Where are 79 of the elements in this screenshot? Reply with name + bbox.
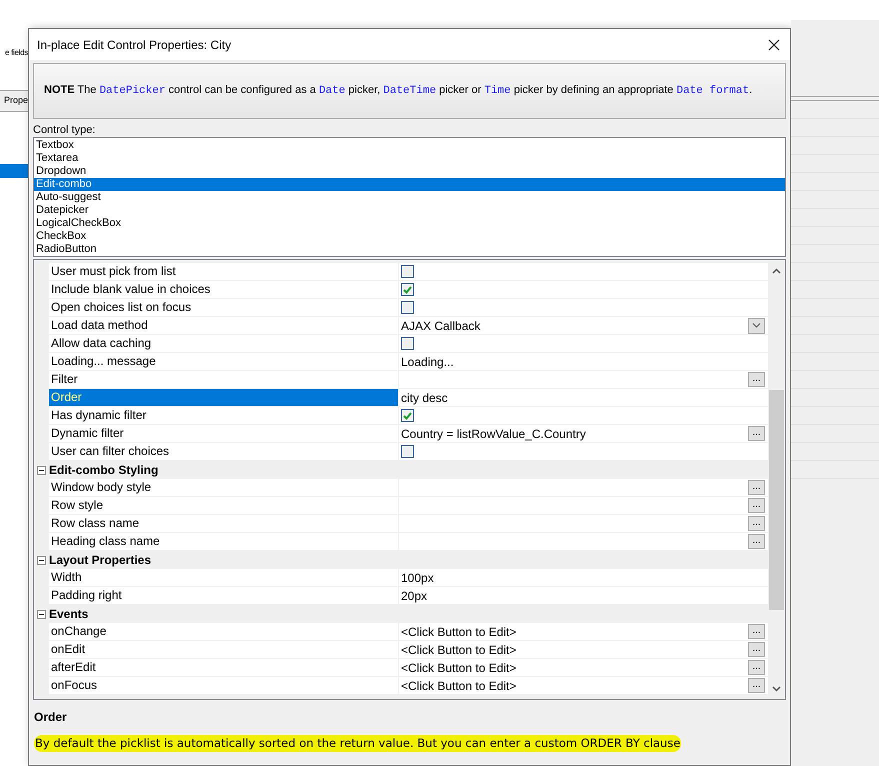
chevron-down-icon <box>752 323 761 328</box>
property-name[interactable]: Has dynamic filter <box>49 407 399 425</box>
note-text: NOTE The DatePicker control can be configured as a Date picker, DateTime picker or Time picker by defining an appropriate Date format. <box>44 83 752 100</box>
list-item[interactable]: Textbox <box>34 139 785 152</box>
property-name[interactable]: Padding right <box>49 587 399 605</box>
list-item[interactable]: CheckBox <box>34 230 785 243</box>
property-name[interactable]: Row class name <box>49 515 399 533</box>
property-name[interactable]: Dynamic filter <box>49 425 399 443</box>
background-text: e fields <box>5 47 28 59</box>
property-name[interactable]: Width <box>49 569 399 587</box>
property-name[interactable]: Order <box>49 389 399 407</box>
property-name[interactable]: User can filter choices <box>49 443 399 461</box>
property-name[interactable]: afterEdit <box>49 659 399 677</box>
property-name[interactable]: Heading class name <box>49 533 399 551</box>
property-value: city desc <box>401 390 448 406</box>
ellipsis-button[interactable]: ... <box>748 372 765 387</box>
property-value: 20px <box>401 588 428 604</box>
ellipsis-button[interactable]: ... <box>748 624 765 639</box>
category-label: Layout Properties <box>49 552 152 569</box>
list-item[interactable]: Datepicker <box>34 204 785 217</box>
property-name[interactable]: onFocus <box>49 677 399 695</box>
list-item[interactable]: Edit-combo <box>34 178 785 191</box>
property-name[interactable]: Window body style <box>49 479 399 497</box>
property-name[interactable]: Row style <box>49 497 399 515</box>
list-item[interactable]: Textarea <box>34 152 785 165</box>
checkbox[interactable] <box>401 265 414 278</box>
property-value: 100px <box>401 570 434 586</box>
list-item[interactable]: RadioButton <box>34 243 785 256</box>
property-value: AJAX Callback <box>401 318 480 334</box>
checkbox[interactable] <box>401 301 414 314</box>
scroll-up-icon[interactable] <box>772 268 781 274</box>
property-value: <Click Button to Edit> <box>401 678 516 694</box>
ellipsis-button[interactable]: ... <box>748 426 765 441</box>
checkmark-icon <box>403 412 412 420</box>
property-value: Loading... <box>401 354 454 370</box>
ellipsis-button[interactable]: ... <box>748 534 765 549</box>
property-name[interactable]: Load data method <box>49 317 399 335</box>
category-label: Edit-combo Styling <box>49 462 158 479</box>
scroll-down-icon[interactable] <box>772 686 781 692</box>
property-name[interactable]: Include blank value in choices <box>49 281 399 299</box>
window-title: In-place Edit Control Properties: City <box>37 36 232 54</box>
list-item[interactable]: Dropdown <box>34 165 785 178</box>
background-tab[interactable]: Prope <box>0 90 28 112</box>
property-value: <Click Button to Edit> <box>401 624 516 640</box>
dropdown-button[interactable] <box>748 318 765 334</box>
list-item[interactable]: Auto-suggest <box>34 191 785 204</box>
control-type-label: Control type: <box>33 124 96 137</box>
checkbox[interactable] <box>401 445 414 458</box>
list-item[interactable]: LogicalCheckBox <box>34 217 785 230</box>
ellipsis-button[interactable]: ... <box>748 498 765 513</box>
property-name[interactable]: User must pick from list <box>49 263 399 281</box>
control-type-list[interactable]: Textbox Textarea Dropdown Edit-combo Auto-suggest Datepicker LogicalCheckBox CheckBox RadioButton <box>33 137 786 257</box>
close-icon[interactable] <box>768 38 780 50</box>
checkmark-icon <box>403 286 412 294</box>
collapse-icon[interactable] <box>37 556 46 564</box>
category-label: Events <box>49 606 88 623</box>
property-value: <Click Button to Edit> <box>401 642 516 658</box>
description-text: By default the picklist is automatically sorted on the return value. But you can enter a custom ORDER BY clause <box>34 735 682 752</box>
property-name[interactable]: Allow data caching <box>49 335 399 353</box>
selected-row <box>0 164 28 178</box>
ellipsis-button[interactable]: ... <box>748 642 765 657</box>
property-name[interactable]: onEdit <box>49 641 399 659</box>
ellipsis-button[interactable]: ... <box>748 516 765 531</box>
property-value: <Click Button to Edit> <box>401 660 516 676</box>
description-title: Order <box>34 709 67 726</box>
checkbox[interactable] <box>401 409 414 422</box>
property-name[interactable]: Filter <box>49 371 399 389</box>
property-name[interactable]: Open choices list on focus <box>49 299 399 317</box>
checkbox[interactable] <box>401 283 414 296</box>
collapse-icon[interactable] <box>37 466 46 474</box>
property-name[interactable]: Loading... message <box>49 353 399 371</box>
property-value: Country = listRowValue_C.Country <box>401 426 586 442</box>
ellipsis-button[interactable]: ... <box>748 678 765 693</box>
property-name[interactable]: onChange <box>49 623 399 641</box>
scrollbar-thumb[interactable] <box>769 390 784 610</box>
ellipsis-button[interactable]: ... <box>748 480 765 495</box>
checkbox[interactable] <box>401 337 414 350</box>
collapse-icon[interactable] <box>37 610 46 618</box>
ellipsis-button[interactable]: ... <box>748 660 765 675</box>
